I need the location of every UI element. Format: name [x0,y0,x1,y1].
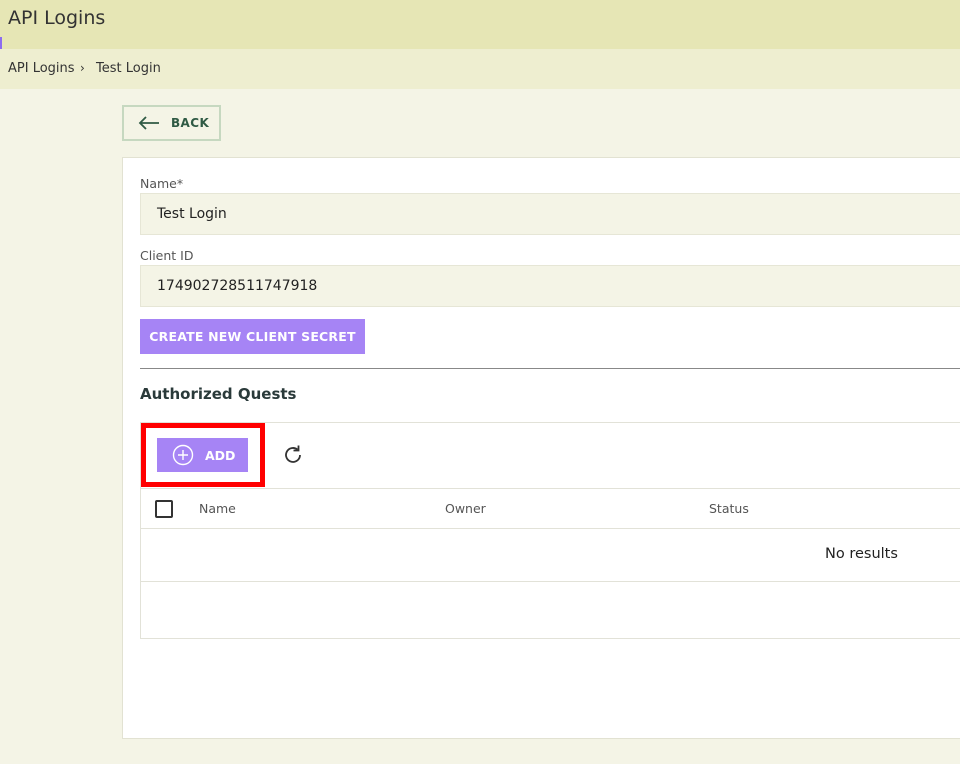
name-field-label: Name* [140,176,184,191]
title-bar: API Logins [0,0,960,61]
section-divider [140,368,960,369]
page-title: API Logins [8,7,106,29]
back-button-label: BACK [171,116,210,130]
login-detail-card: Name* Test Login Client ID 1749027285117… [122,157,960,739]
breadcrumb-item-current: Test Login [96,61,161,76]
add-button[interactable]: ADD [157,438,248,472]
refresh-icon[interactable] [281,443,305,467]
create-client-secret-button[interactable]: CREATE NEW CLIENT SECRET [140,319,365,354]
add-button-label: ADD [205,447,236,463]
name-field[interactable]: Test Login [140,193,960,235]
no-results-message: No results [825,546,898,562]
back-button[interactable]: BACK [122,105,221,141]
client-id-label: Client ID [140,248,194,263]
breadcrumb-item-api-logins[interactable]: API Logins [8,61,75,76]
arrow-left-icon [138,116,159,130]
table-header-row: Name Owner Status [141,489,960,529]
column-header-owner[interactable]: Owner [445,501,486,516]
breadcrumb: API Logins › Test Login [0,49,960,89]
table-toolbar: ADD [141,423,960,489]
chevron-right-icon: › [80,61,85,75]
column-header-status[interactable]: Status [709,501,749,516]
client-id-field[interactable]: 174902728511747918 [140,265,960,307]
empty-results-row: No results [141,529,960,582]
authorized-quests-title: Authorized Quests [140,385,297,403]
plus-circle-icon [172,444,194,466]
select-all-checkbox[interactable] [155,500,173,518]
authorized-quests-table: ADD Name Owner Status No results [140,422,960,639]
column-header-name[interactable]: Name [199,501,236,516]
